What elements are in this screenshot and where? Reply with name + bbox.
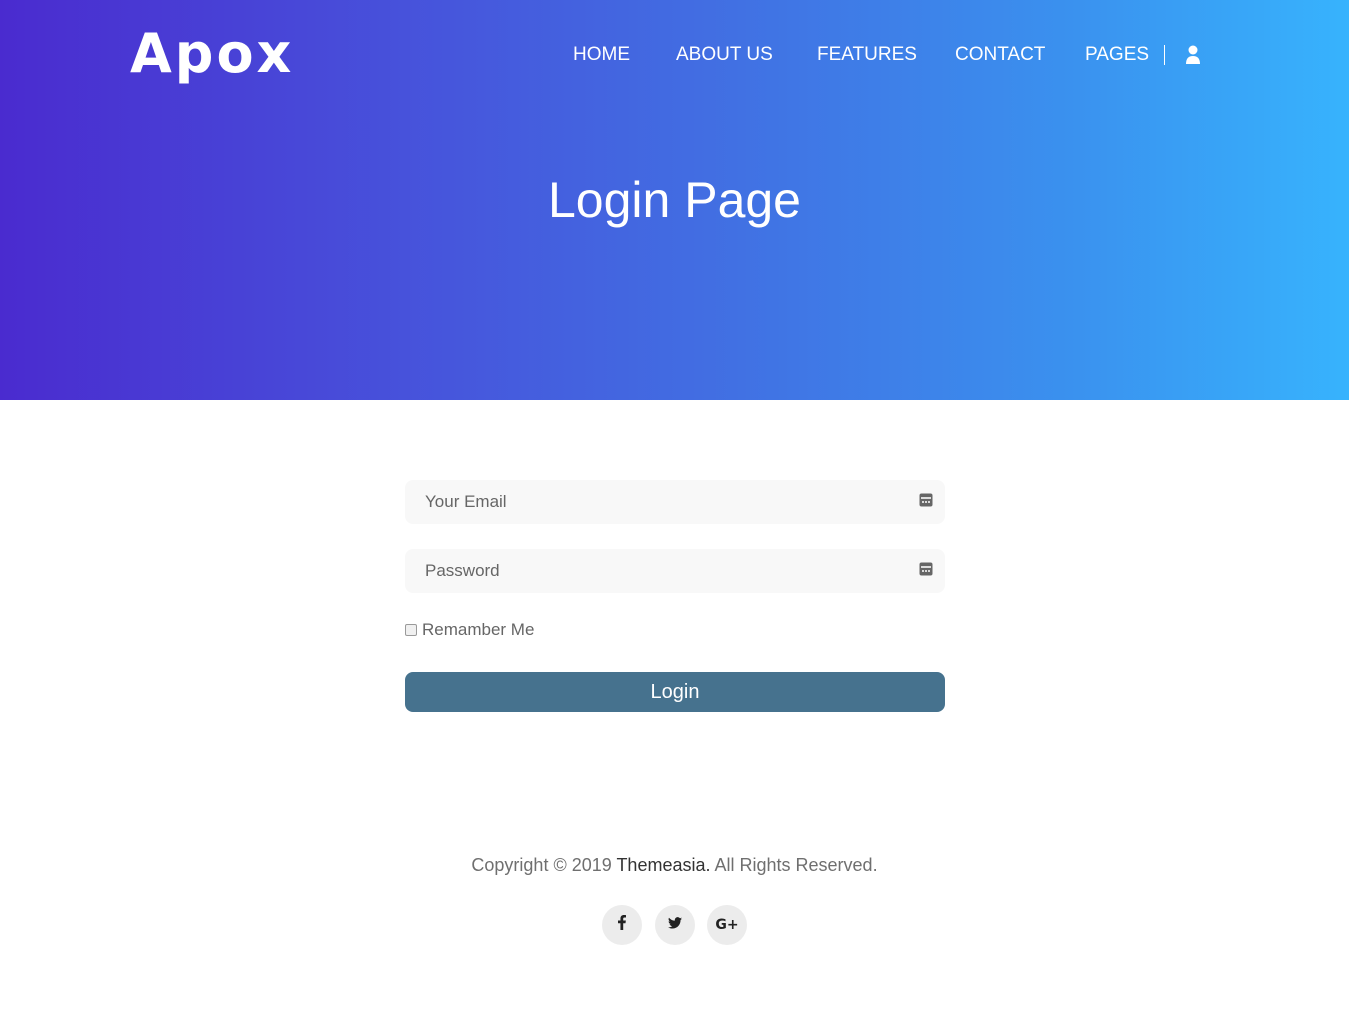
hero-header: Apox HOME ABOUT US FEATURES CONTACT PAGE… — [0, 0, 1349, 400]
remember-me[interactable]: Remamber Me — [405, 621, 534, 639]
password-manager-icon[interactable] — [919, 562, 933, 576]
company-link[interactable]: Themeasia. — [616, 855, 710, 875]
nav-item-contact[interactable]: CONTACT — [955, 42, 1045, 68]
nav-item-features[interactable]: FEATURES — [817, 42, 917, 68]
nav-item-about-us[interactable]: ABOUT US — [676, 42, 773, 68]
twitter-icon — [668, 916, 682, 934]
twitter-button[interactable] — [655, 905, 695, 945]
email-field-wrapper — [405, 480, 945, 524]
nav-item-home[interactable]: HOME — [573, 42, 630, 68]
user-icon[interactable] — [1185, 45, 1201, 65]
nav-item-pages[interactable]: PAGES — [1085, 42, 1149, 68]
login-form: Remamber Me Login — [405, 480, 945, 712]
password-field[interactable] — [405, 549, 945, 593]
remember-me-checkbox[interactable] — [405, 624, 417, 636]
login-button[interactable]: Login — [405, 672, 945, 712]
google-plus-button[interactable]: G+ — [707, 905, 747, 945]
facebook-icon — [618, 915, 626, 935]
page-title: Login Page — [547, 172, 801, 228]
copyright-suffix: All Rights Reserved. — [714, 855, 878, 875]
nav-divider — [1164, 45, 1165, 65]
remember-me-label: Remamber Me — [422, 620, 535, 639]
password-manager-icon[interactable] — [919, 493, 933, 507]
facebook-button[interactable] — [602, 905, 642, 945]
email-field[interactable] — [405, 480, 945, 524]
google-plus-icon: G+ — [715, 917, 739, 933]
copyright-prefix: Copyright © 2019 — [471, 855, 612, 875]
main-nav: HOME ABOUT US FEATURES CONTACT PAGES — [0, 42, 1349, 68]
password-field-wrapper — [405, 549, 945, 593]
copyright: Copyright © 2019 Themeasia. All Rights R… — [0, 853, 1349, 877]
